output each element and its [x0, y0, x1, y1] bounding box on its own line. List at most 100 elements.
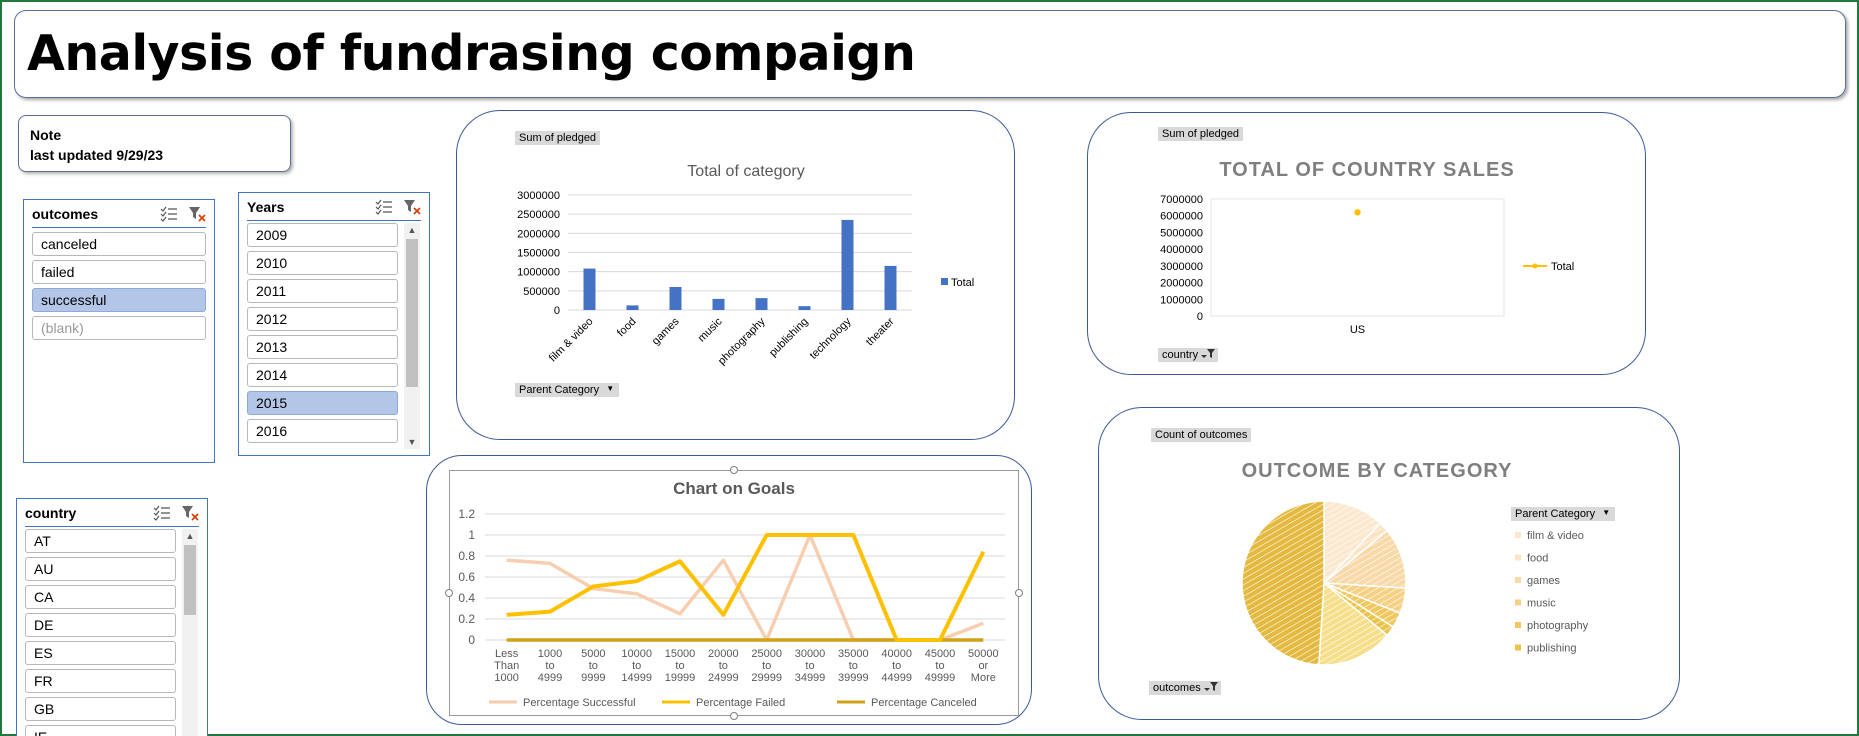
slicer-item-2016[interactable]: 2016 — [247, 419, 398, 443]
slicer-item-au[interactable]: AU — [25, 557, 176, 581]
bar-technology — [841, 219, 854, 310]
goals-line-chart: Chart on Goals 1.2 1 0.8 0.6 0.4 0.2 0 LessThan… — [445, 466, 1023, 720]
x-tick-label: to — [892, 660, 901, 672]
y-tick-label: 5000000 — [1160, 227, 1203, 239]
title-banner: Analysis of fundrasing compaign — [14, 10, 1846, 98]
slicer-item-es[interactable]: ES — [25, 641, 176, 665]
x-tick-label: 49999 — [925, 672, 956, 684]
years-scrollbar[interactable]: ▲ ▼ — [404, 223, 420, 449]
legend-button-label: Parent Category — [1515, 508, 1596, 520]
multi-select-icon[interactable] — [160, 206, 178, 222]
clear-filter-icon[interactable] — [188, 206, 206, 222]
multi-select-icon[interactable] — [375, 199, 393, 215]
legend-label: games — [1527, 575, 1561, 587]
slicer-item-2010[interactable]: 2010 — [247, 251, 398, 275]
slicer-item-gb[interactable]: GB — [25, 697, 176, 721]
slicer-item-de[interactable]: DE — [25, 613, 176, 637]
chart-title: Total of category — [687, 163, 804, 180]
country-chart-card[interactable]: Sum of pledged TOTAL OF COUNTRY SALES 70… — [1087, 112, 1646, 375]
x-tick-label: 50000 — [968, 648, 999, 660]
category-chart-card[interactable]: Sum of pledged Total of category 3000000… — [456, 110, 1015, 440]
x-tick-label: to — [935, 660, 944, 672]
goals-chart-card[interactable]: Chart on Goals 1.2 1 0.8 0.6 0.4 0.2 0 Less Than… — [426, 455, 1032, 725]
x-tick-label: 4999 — [538, 672, 562, 684]
legend-label: Percentage Failed — [696, 697, 785, 709]
slicer-header: Years — [247, 193, 421, 221]
scroll-down-icon[interactable]: ▼ — [404, 437, 420, 447]
slicer-item-2011[interactable]: 2011 — [247, 279, 398, 303]
bar-food — [626, 305, 639, 310]
slicer-item-blank[interactable]: (blank) — [32, 316, 206, 340]
legend-swatch — [1515, 577, 1521, 583]
slicer-item-canceled[interactable]: canceled — [32, 232, 206, 256]
slicer-header: outcomes — [32, 200, 206, 228]
x-tick-label: Than — [494, 660, 519, 672]
slicer-header: country — [25, 499, 199, 527]
series-line-successful — [506, 533, 984, 642]
slicer-item-successful[interactable]: successful — [32, 288, 206, 312]
x-tick-label: 44999 — [881, 672, 912, 684]
y-tick-label: 1 — [468, 528, 475, 542]
y-tick-label: 3000000 — [517, 190, 560, 202]
outcome-pie-chart: OUTCOME BY CATEGORY film & video food game… — [1241, 460, 1589, 666]
slicer-item-ca[interactable]: CA — [25, 585, 176, 609]
x-tick-label: 29999 — [751, 672, 782, 684]
outcome-chart-card[interactable]: Count of outcomes OUTCOME BY CATEGORY fi… — [1098, 407, 1680, 720]
clear-filter-icon[interactable] — [403, 199, 421, 215]
outcomes-slicer: outcomes canceled failed successful (bla… — [23, 199, 215, 463]
x-tick-label: or — [978, 660, 988, 672]
y-tick-label: 1000000 — [1160, 294, 1203, 306]
slicer-item-at[interactable]: AT — [25, 529, 176, 553]
parent-category-field-button[interactable]: Parent Category ▼ — [515, 383, 620, 397]
legend-label: food — [1527, 553, 1548, 565]
slicer-item-2015[interactable]: 2015 — [247, 391, 398, 415]
x-tick-label: theater — [864, 315, 897, 348]
y-tick-label: 4000000 — [1160, 244, 1203, 256]
note-updated: last updated 9/29/23 — [30, 147, 164, 163]
x-tick-label: to — [589, 660, 598, 672]
slicer-item-2014[interactable]: 2014 — [247, 363, 398, 387]
country-scrollbar[interactable]: ▲ — [182, 529, 198, 736]
legend-label: Total — [951, 277, 974, 289]
y-tick-label: 7000000 — [1160, 194, 1203, 206]
pie-slice-theater — [1241, 500, 1325, 666]
x-tick-label: 35000 — [838, 648, 869, 660]
country-line-chart: TOTAL OF COUNTRY SALES 7000000 6000000 500… — [1160, 159, 1574, 336]
x-tick-label: technology — [808, 315, 854, 361]
x-tick-label: to — [762, 660, 771, 672]
data-point-us — [1354, 209, 1361, 216]
x-tick-label: 24999 — [708, 672, 739, 684]
x-tick-label: 5000 — [581, 648, 605, 660]
note-box: Note last updated 9/29/23 — [18, 115, 291, 172]
slicer-item-2013[interactable]: 2013 — [247, 335, 398, 359]
x-tick-label: 14999 — [621, 672, 652, 684]
y-tick-label: 0.6 — [458, 570, 475, 584]
parent-category-legend-button[interactable]: Parent Category ▼ — [1511, 507, 1616, 521]
slicer-item-2009[interactable]: 2009 — [247, 223, 398, 247]
slicer-item-2012[interactable]: 2012 — [247, 307, 398, 331]
legend-label: Total — [1551, 261, 1574, 273]
years-slicer: Years 2009 2010 2011 2012 2013 2014 2015… — [238, 192, 430, 456]
resize-handle — [730, 712, 738, 720]
y-tick-label: 500000 — [523, 286, 560, 298]
slicer-item-fr[interactable]: FR — [25, 669, 176, 693]
slicer-item-ie[interactable]: IE — [25, 725, 176, 736]
scroll-up-icon[interactable]: ▲ — [182, 531, 198, 541]
country-field-button[interactable]: country — [1158, 348, 1219, 362]
slicer-title: country — [25, 504, 77, 521]
scroll-up-icon[interactable]: ▲ — [404, 225, 420, 235]
legend-label: publishing — [1527, 643, 1577, 655]
bar-publishing — [798, 306, 811, 310]
y-tick-label: 0 — [468, 633, 475, 647]
scroll-thumb[interactable] — [184, 545, 196, 615]
y-tick-label: 0.8 — [458, 549, 475, 563]
legend-swatch — [1515, 644, 1521, 651]
slicer-item-failed[interactable]: failed — [32, 260, 206, 284]
x-tick-label: 40000 — [881, 648, 912, 660]
scroll-thumb[interactable] — [406, 239, 418, 387]
outcomes-field-button[interactable]: outcomes — [1149, 681, 1221, 695]
legend-swatch — [1515, 554, 1521, 561]
multi-select-icon[interactable] — [153, 505, 171, 521]
clear-filter-icon[interactable] — [181, 505, 199, 521]
x-tick-label: Less — [495, 648, 519, 660]
